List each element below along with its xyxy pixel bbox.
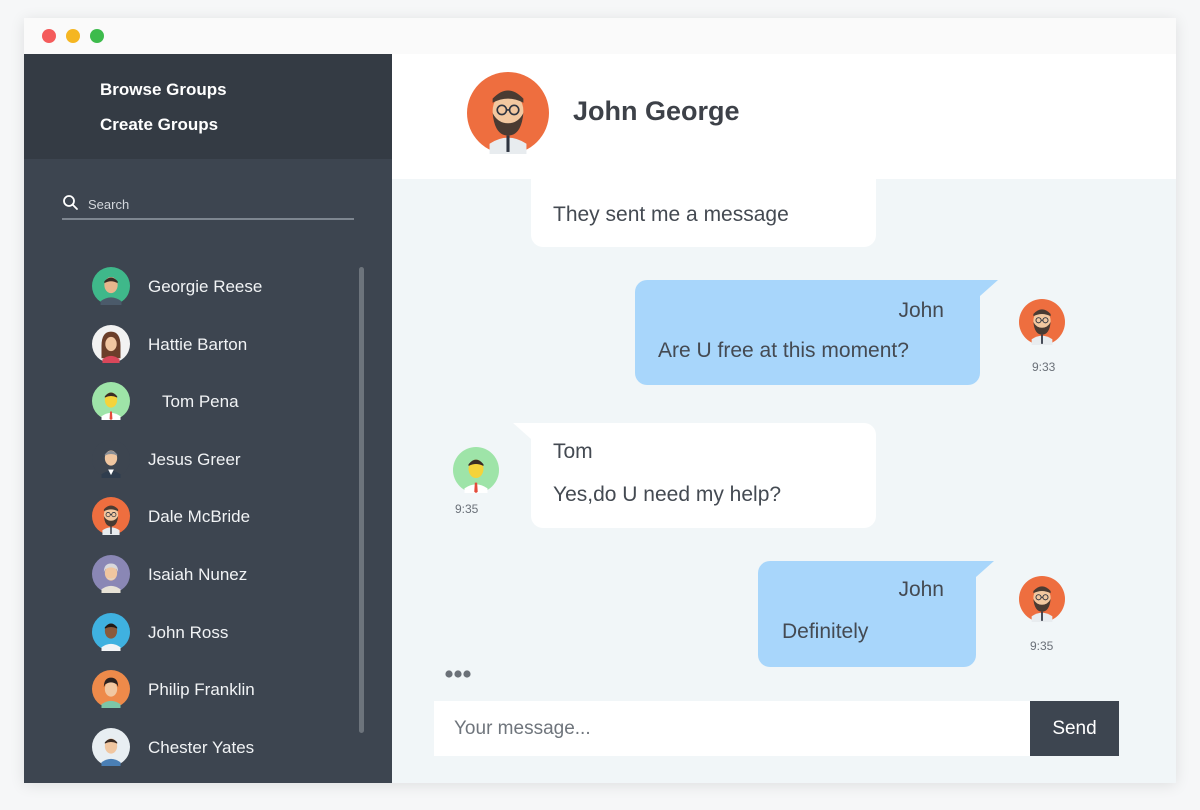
avatar (92, 728, 130, 766)
avatar (92, 325, 130, 363)
message-text: Yes,do U need my help? (553, 483, 782, 506)
contact-name: Georgie Reese (148, 277, 263, 296)
bubble-tail (513, 423, 531, 439)
avatar (92, 440, 130, 478)
message-sender: John (898, 578, 944, 601)
message-sender: Tom (553, 440, 593, 463)
outgoing-message: John Definitely (758, 561, 976, 667)
browse-groups-link[interactable]: Browse Groups (100, 80, 227, 100)
avatar (467, 72, 549, 154)
search-input[interactable] (88, 194, 350, 214)
message-sender: John (898, 299, 944, 322)
contact-chester-yates[interactable]: Chester Yates (92, 728, 342, 768)
message-text: Definitely (782, 620, 869, 643)
contact-isaiah-nunez[interactable]: Isaiah Nunez (92, 555, 342, 595)
avatar (1019, 299, 1065, 345)
avatar (92, 555, 130, 593)
incoming-message: They sent me a message (531, 179, 876, 247)
contact-name: Philip Franklin (148, 680, 255, 699)
sidebar: Browse Groups Create Groups Georgie Rees… (24, 54, 392, 783)
contact-name: John Ross (148, 623, 229, 642)
message-composer: Send (434, 701, 1120, 756)
contact-name: Tom Pena (162, 392, 239, 411)
outgoing-message: John Are U free at this moment? (635, 280, 980, 385)
contact-name: Hattie Barton (148, 335, 248, 354)
contact-philip-franklin[interactable]: Philip Franklin (92, 670, 342, 710)
message-text: Are U free at this moment? (658, 339, 909, 362)
create-groups-link[interactable]: Create Groups (100, 115, 218, 135)
contact-name: Dale McBride (148, 507, 251, 526)
contact-list-scrollbar[interactable] (359, 267, 364, 733)
incoming-message: Tom Yes,do U need my help? (531, 423, 876, 528)
typing-dots-icon (445, 670, 471, 678)
bubble-tail (980, 280, 998, 296)
message-input[interactable] (434, 701, 1030, 756)
contact-hattie-barton[interactable]: Hattie Barton (92, 325, 342, 365)
avatar (92, 382, 130, 420)
chat-header: John George (392, 54, 1176, 179)
avatar (92, 613, 130, 651)
message-thread: They sent me a message John Are U free a… (392, 179, 1176, 783)
avatar (453, 447, 499, 493)
contact-tom-pena[interactable]: Tom Pena (92, 382, 342, 422)
contact-georgie-reese[interactable]: Georgie Reese (92, 267, 342, 307)
message-time: 9:35 (1030, 639, 1054, 653)
send-button[interactable]: Send (1030, 701, 1119, 756)
contact-jesus-greer[interactable]: Jesus Greer (92, 440, 342, 480)
contact-name: Isaiah Nunez (148, 565, 248, 584)
sidebar-nav: Browse Groups Create Groups (24, 54, 392, 159)
minimize-window-button[interactable] (66, 29, 80, 43)
search-box (62, 194, 354, 220)
contact-name: Chester Yates (148, 738, 255, 757)
message-time: 9:33 (1032, 360, 1056, 374)
chat-contact-name: John George (573, 96, 740, 126)
message-time: 9:35 (455, 502, 479, 516)
avatar (92, 670, 130, 708)
close-window-button[interactable] (42, 29, 56, 43)
contact-name: Jesus Greer (148, 450, 241, 469)
bubble-tail (976, 561, 994, 577)
avatar (92, 267, 130, 305)
title-bar (24, 18, 1176, 54)
chat-app-window: Browse Groups Create Groups Georgie Rees… (24, 18, 1176, 783)
avatar (1019, 576, 1065, 622)
message-text: They sent me a message (553, 203, 789, 226)
contact-john-ross[interactable]: John Ross (92, 613, 342, 653)
maximize-window-button[interactable] (90, 29, 104, 43)
avatar (92, 497, 130, 535)
contact-dale-mcbride[interactable]: Dale McBride (92, 497, 342, 537)
search-icon (63, 195, 78, 210)
